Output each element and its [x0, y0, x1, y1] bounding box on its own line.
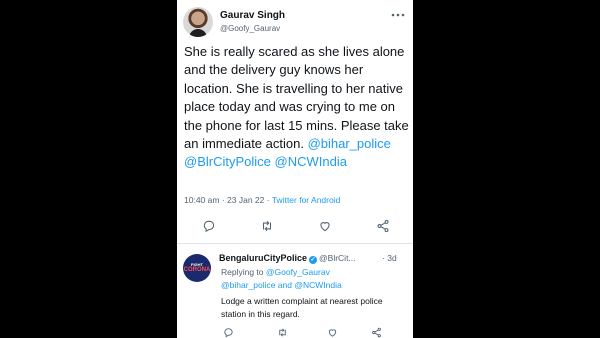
verified-badge-icon: ✓: [309, 256, 318, 264]
tweet-body: She is really scared as she lives alone …: [184, 44, 409, 152]
replying-to-others[interactable]: @bihar_police and @NCWIndia: [221, 280, 342, 290]
tweet-source[interactable]: Twitter for Android: [272, 195, 341, 205]
reply-icon[interactable]: [223, 325, 234, 338]
reply-text: Lodge a written complaint at nearest pol…: [221, 296, 383, 319]
author-handle[interactable]: @Goofy_Gaurav: [220, 24, 280, 33]
meta-separator: ·: [266, 195, 270, 205]
tweet-text: She is really scared as she lives alone …: [184, 43, 410, 172]
tweet-meta: 10:40 am · 23 Jan 22 · Twitter for Andro…: [184, 195, 340, 205]
tweet-time[interactable]: 10:40 am: [184, 195, 219, 205]
author-avatar[interactable]: [183, 7, 213, 37]
reply-time-wrap: · 3d: [382, 253, 397, 263]
divider: [177, 243, 413, 244]
share-icon[interactable]: [371, 325, 382, 338]
share-icon[interactable]: [376, 219, 390, 233]
meta-separator: ·: [221, 195, 225, 205]
mention-blrcitypolice[interactable]: @BlrCityPolice: [184, 154, 271, 169]
tweet-date[interactable]: 23 Jan 22: [227, 195, 264, 205]
replying-to-handle[interactable]: @Goofy_Gaurav: [266, 267, 330, 277]
mention-bihar-police[interactable]: @bihar_police: [308, 136, 391, 151]
tweet-card: Gaurav Singh @Goofy_Gaurav She is really…: [177, 0, 413, 338]
reply-icon[interactable]: [202, 219, 216, 233]
author-name[interactable]: Gaurav Singh: [220, 10, 285, 21]
reply-author-handle[interactable]: @BlrCit...: [319, 253, 356, 263]
mention-ncwindia[interactable]: @NCWIndia: [275, 154, 347, 169]
reply-author-name[interactable]: BengaluruCityPolice: [219, 253, 307, 263]
retweet-icon[interactable]: [277, 325, 288, 337]
replying-to-label: Replying to: [221, 267, 264, 277]
retweet-icon[interactable]: [260, 219, 274, 233]
tweet-actions: [177, 219, 413, 237]
like-icon[interactable]: [327, 325, 338, 337]
reply-actions: [177, 325, 413, 338]
more-dots-icon[interactable]: [391, 8, 405, 18]
reply-time-separator: ·: [382, 253, 385, 263]
reply-author-avatar[interactable]: FIGHT CORONA: [183, 254, 211, 282]
reply-author-row: BengaluruCityPolice ✓ @BlrCit...: [219, 253, 356, 264]
like-icon[interactable]: [318, 219, 332, 233]
reply-time[interactable]: 3d: [387, 253, 396, 263]
avatar-text-line2: CORONA: [183, 267, 211, 273]
replying-to: Replying to @Goofy_Gaurav: [221, 267, 330, 277]
